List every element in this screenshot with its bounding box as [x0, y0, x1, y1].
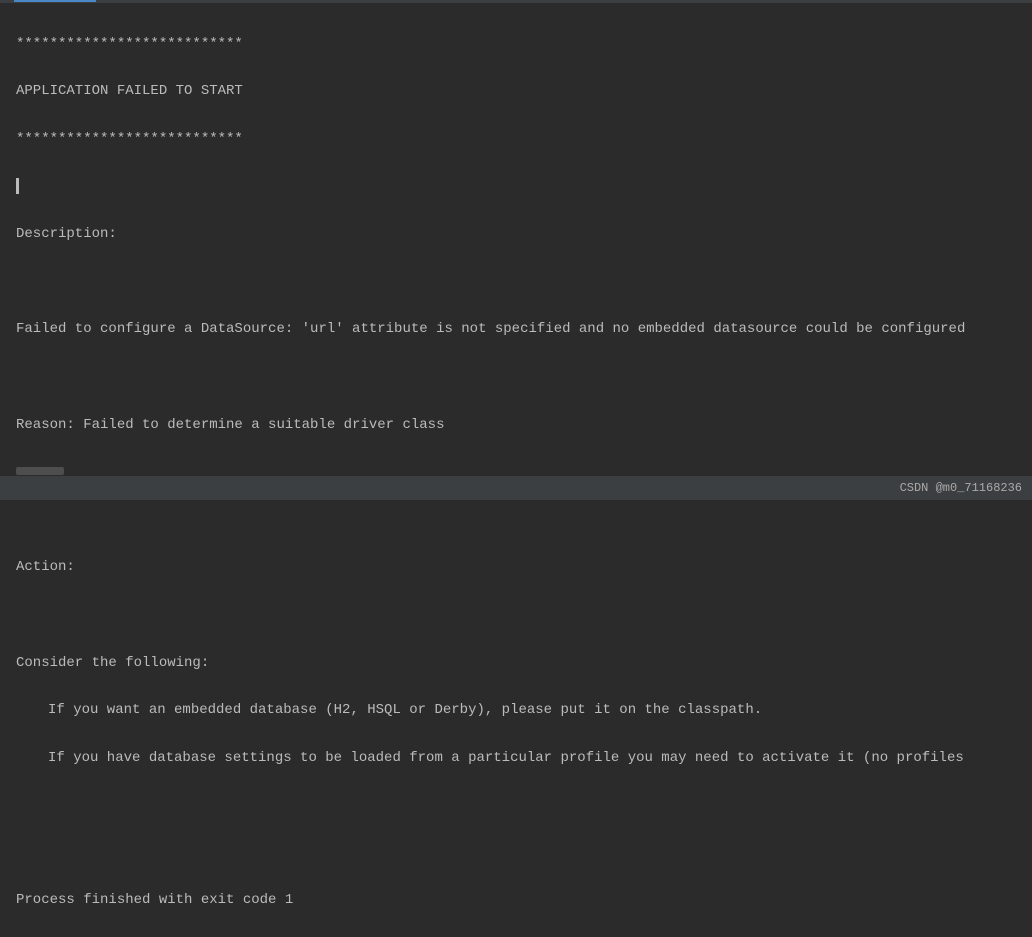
blank-line — [16, 366, 1032, 390]
blank-line — [16, 604, 1032, 628]
border-line: *************************** — [16, 33, 1032, 57]
exit-message: Process finished with exit code 1 — [16, 889, 1032, 913]
editor-top-border — [0, 0, 1032, 3]
blank-line — [16, 794, 1032, 818]
blank-line — [16, 271, 1032, 295]
watermark-text: CSDN @m0_71168236 — [900, 478, 1022, 498]
description-label: Description: — [16, 223, 1032, 247]
action-label: Action: — [16, 556, 1032, 580]
cursor-line — [16, 176, 1032, 200]
suggestion-line: If you have database settings to be load… — [16, 747, 1032, 771]
blank-line — [16, 842, 1032, 866]
horizontal-scrollbar-track[interactable] — [0, 466, 1032, 476]
horizontal-scrollbar-thumb[interactable] — [16, 467, 64, 475]
error-title: APPLICATION FAILED TO START — [16, 80, 1032, 104]
border-line: *************************** — [16, 128, 1032, 152]
reason-text: Reason: Failed to determine a suitable d… — [16, 414, 1032, 438]
blank-line — [16, 509, 1032, 533]
consider-label: Consider the following: — [16, 652, 1032, 676]
description-text: Failed to configure a DataSource: 'url' … — [16, 318, 1032, 342]
status-bar: CSDN @m0_71168236 — [0, 476, 1032, 500]
suggestion-line: If you want an embedded database (H2, HS… — [16, 699, 1032, 723]
